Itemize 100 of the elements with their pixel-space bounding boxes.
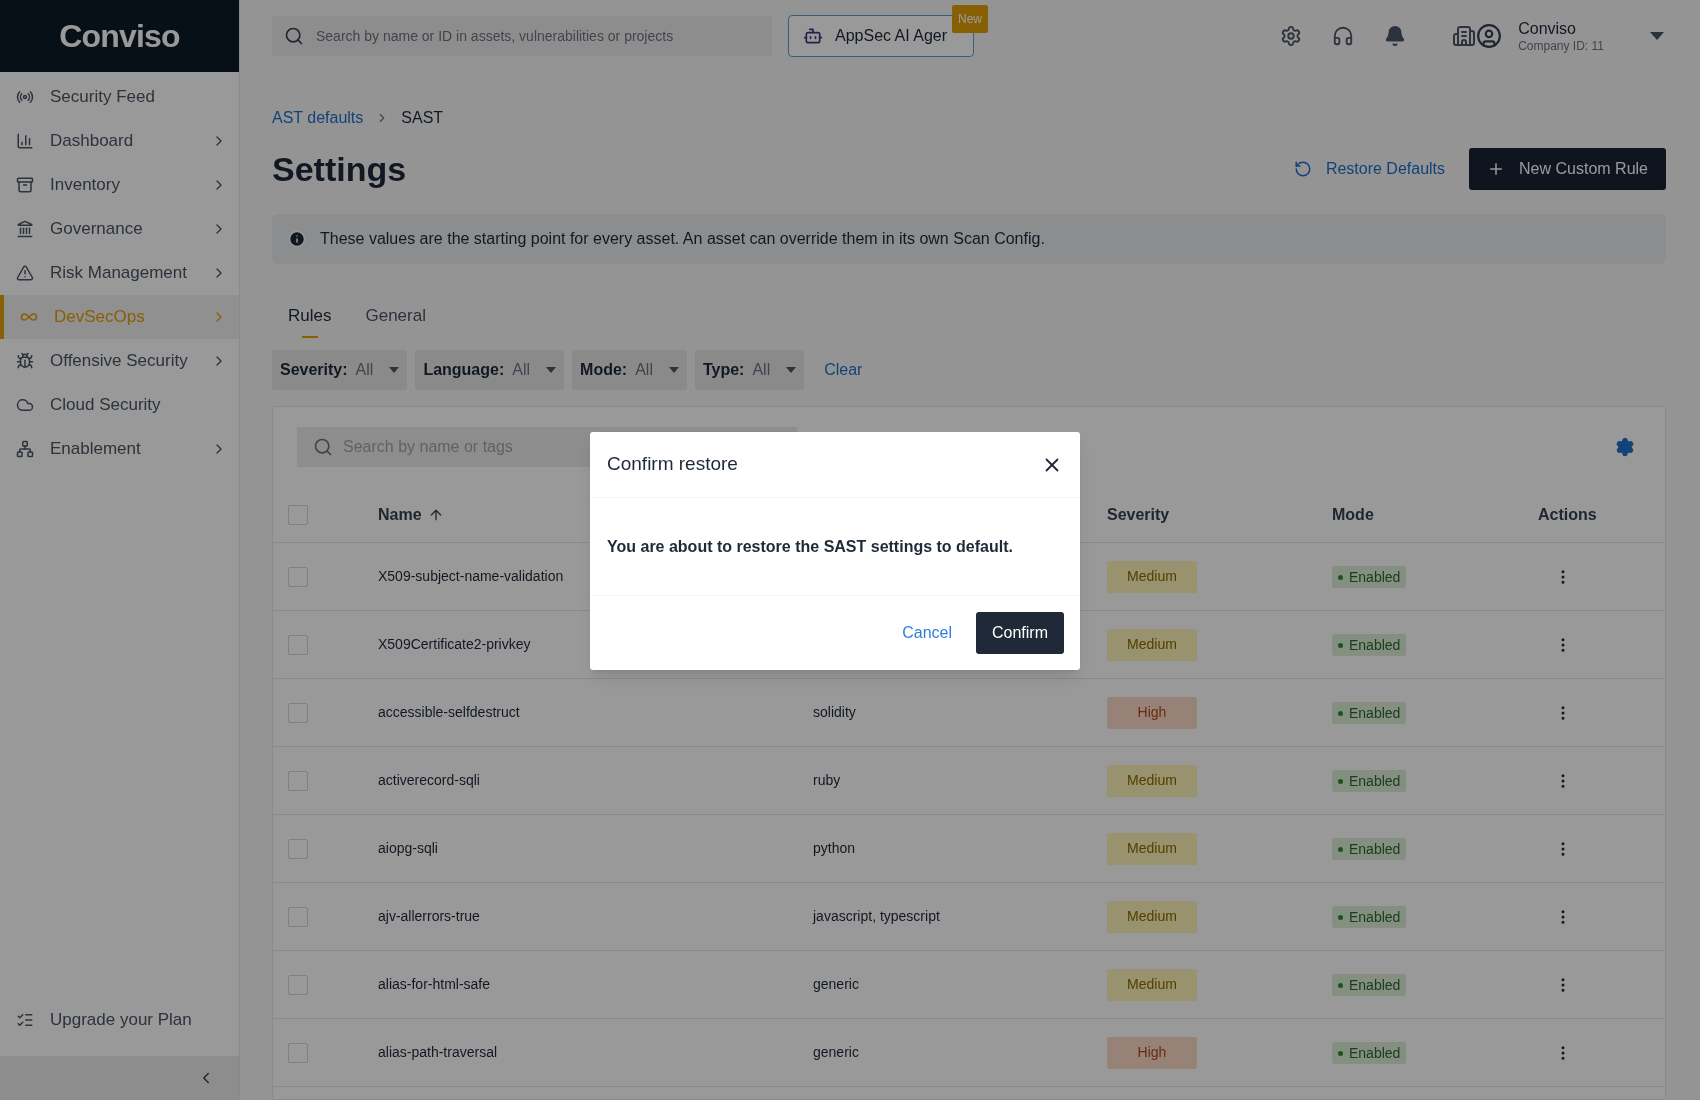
filter-dropdown[interactable]: Language: All	[415, 350, 565, 390]
company-id: Company ID: 11	[1518, 38, 1604, 54]
row-checkbox[interactable]	[288, 1042, 308, 1063]
mode-badge: Enabled	[1332, 974, 1407, 997]
tab[interactable]: Rules	[272, 294, 348, 338]
row-checkbox[interactable]	[288, 838, 308, 859]
column-header: Mode	[1332, 505, 1374, 523]
bell-icon[interactable]	[1384, 25, 1407, 47]
clear-link[interactable]: Clear	[824, 358, 863, 382]
sidebar-label: Security Feed	[50, 86, 156, 109]
sidebar-label: Governance	[50, 218, 144, 241]
global-search-field[interactable]: Search by name or ID in assets, vulnerabilities or projects	[272, 16, 772, 56]
severity-badge: Medium	[1107, 832, 1197, 865]
mode-badge: Enabled	[1332, 906, 1407, 929]
user-name: Conviso	[1518, 18, 1577, 39]
mode-badge: Enabled	[1332, 1042, 1407, 1065]
mode-badge: Enabled	[1332, 566, 1407, 589]
row-checkbox[interactable]	[288, 906, 308, 927]
mode-badge: Enabled	[1332, 634, 1407, 657]
sidebar-item[interactable]: Upgrade your Plan	[0, 998, 239, 1042]
severity-badge: Medium	[1107, 900, 1197, 933]
rule-name: activerecord-sqli	[378, 772, 480, 788]
cancel-button[interactable]: Cancel	[902, 621, 952, 645]
mode-badge: Enabled	[1332, 770, 1407, 793]
new-custom-rule-button[interactable]: New Custom Rule	[1469, 148, 1666, 190]
archive-icon	[16, 176, 34, 194]
sidebar-item[interactable]: Governance	[0, 207, 239, 251]
logo[interactable]: Conviso	[59, 12, 180, 60]
filter-dropdown[interactable]: Type: All	[694, 350, 805, 390]
row-checkbox[interactable]	[288, 702, 308, 723]
filter-dropdown[interactable]: Severity: All	[272, 350, 408, 390]
rule-name: X509Certificate2-privkey	[378, 636, 531, 652]
rule-language: javascript, typescript	[813, 908, 940, 924]
caret-icon	[546, 367, 557, 373]
caret-icon	[786, 367, 797, 373]
tab[interactable]: General	[349, 294, 442, 338]
sidebar-label: Inventory	[50, 174, 121, 197]
robot-icon	[803, 26, 823, 46]
row-checkbox[interactable]	[288, 634, 308, 655]
sidebar-label: Enablement	[50, 438, 142, 461]
rule-language: python	[813, 840, 856, 856]
cloud-icon	[16, 396, 34, 414]
severity-badge: Medium	[1107, 560, 1197, 593]
severity-badge: High	[1107, 1036, 1197, 1069]
mode-badge: Enabled	[1332, 838, 1407, 861]
caret-icon	[668, 367, 679, 373]
rule-name: aiopg-sqli	[378, 840, 438, 856]
user-avatar-icon	[1476, 23, 1503, 49]
rule-language: ruby	[813, 772, 841, 788]
dropdown-caret-icon[interactable]	[1650, 32, 1664, 40]
severity-badge: Medium	[1107, 968, 1197, 1001]
row-checkbox[interactable]	[288, 770, 308, 791]
row-checkbox[interactable]	[288, 566, 308, 587]
search-icon	[313, 437, 333, 457]
restore-icon	[1293, 160, 1312, 178]
warning-icon	[16, 264, 34, 282]
mode-badge: Enabled	[1332, 702, 1407, 725]
column-header[interactable]: Severity	[1107, 505, 1170, 523]
rule-language: generic	[813, 976, 859, 992]
radar-icon	[16, 88, 34, 106]
column-header[interactable]: Name	[378, 502, 422, 527]
confirm-button[interactable]: Confirm	[976, 612, 1064, 654]
sidebar-item[interactable]: Inventory	[0, 163, 239, 207]
sidebar-label: Dashboard	[50, 130, 135, 153]
page-title: Settings	[272, 148, 408, 190]
headset-icon[interactable]	[1332, 25, 1355, 47]
rule-name: ajv-allerrors-true	[378, 908, 480, 924]
info-text: These values are the starting point for every asset. An asset can override them in its own Scan Config.	[320, 229, 1045, 249]
row-checkbox[interactable]	[288, 974, 308, 995]
rule-language: solidity	[813, 704, 856, 720]
sidebar-label: Offensive Security	[50, 350, 189, 373]
bar-chart-icon	[16, 132, 34, 150]
network-icon	[16, 440, 34, 458]
sidebar-item[interactable]: Risk Management	[0, 251, 239, 295]
sidebar-item[interactable]: Offensive Security	[0, 339, 239, 383]
breadcrumb-current: SAST	[401, 108, 444, 128]
rule-name: alias-for-html-safe	[378, 976, 491, 992]
sidebar-label: DevSecOps	[54, 306, 146, 329]
search-icon	[284, 26, 304, 46]
tab-indicator	[301, 336, 318, 338]
dialog-message: You are about to restore the SAST settings to default.	[607, 536, 1013, 557]
restore-defaults-button[interactable]: Restore Defaults	[1293, 157, 1446, 181]
column-header: Actions	[1538, 505, 1597, 523]
rule-name: X509-subject-name-validation	[378, 568, 564, 584]
bank-icon	[16, 220, 34, 238]
table-settings-icon[interactable]	[1615, 437, 1635, 457]
sidebar-label: Upgrade your Plan	[50, 1009, 192, 1032]
checklist-icon	[16, 1011, 34, 1029]
rule-language: generic	[813, 1044, 859, 1060]
sidebar-item[interactable]: Cloud Security	[0, 383, 239, 427]
severity-badge: Medium	[1107, 628, 1197, 661]
severity-badge: High	[1107, 696, 1197, 729]
severity-badge: Medium	[1107, 764, 1197, 797]
breadcrumb-link[interactable]: AST defaults	[272, 106, 364, 130]
sidebar-item[interactable]: Dashboard	[0, 119, 239, 163]
filter-dropdown[interactable]: Mode: All	[572, 350, 687, 390]
select-all-checkbox[interactable]	[288, 504, 308, 525]
sidebar-item[interactable]: Enablement	[0, 427, 239, 471]
settings-icon[interactable]	[1280, 25, 1303, 47]
sidebar-item[interactable]: Security Feed	[0, 75, 239, 119]
